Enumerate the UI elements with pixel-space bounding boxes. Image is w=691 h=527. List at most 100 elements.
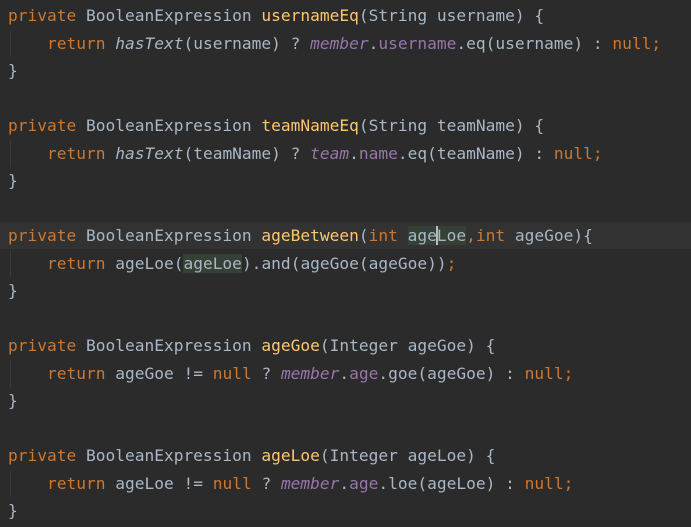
field: age: [349, 474, 379, 493]
type-name: Integer: [329, 336, 398, 355]
code-line-13[interactable]: private BooleanExpression ageGoe(Integer…: [0, 332, 691, 359]
keyword: null: [212, 364, 252, 383]
parameter: ageGoe: [514, 226, 574, 245]
code-line-9-current[interactable]: private BooleanExpression ageBetween(int…: [0, 222, 691, 249]
brace: {: [485, 446, 496, 465]
parameter-part: Loe: [436, 226, 467, 245]
type-name: BooleanExpression: [85, 336, 252, 355]
keyword: null: [524, 474, 564, 493]
argument: teamName: [193, 144, 272, 163]
method-call: and: [261, 254, 291, 273]
method-name: ageLoe: [261, 446, 320, 465]
brace: {: [534, 116, 545, 135]
keyword: null: [612, 34, 652, 53]
static-field: member: [280, 474, 340, 493]
type-name: BooleanExpression: [85, 226, 252, 245]
keyword: return: [46, 34, 106, 53]
parameter: ageGoe: [407, 336, 467, 355]
type-name: String: [368, 6, 428, 25]
brace: {: [534, 6, 545, 25]
operator: ?: [261, 474, 272, 493]
keyword: private: [8, 446, 77, 465]
parameter: teamName: [436, 116, 515, 135]
code-line-7[interactable]: }: [0, 167, 691, 194]
type-name: String: [368, 116, 428, 135]
keyword: null: [553, 144, 593, 163]
code-line-15[interactable]: }: [0, 387, 691, 414]
static-field: team: [310, 144, 350, 163]
operator: ?: [290, 34, 301, 53]
operator: :: [505, 364, 515, 383]
static-field: member: [310, 34, 369, 53]
argument: ageGoe: [368, 254, 428, 273]
highlighted-argument: ageLoe: [183, 254, 242, 273]
argument: username: [193, 34, 272, 53]
code-line-19[interactable]: }: [0, 497, 691, 524]
keyword: private: [8, 116, 77, 135]
argument: ageGoe: [427, 364, 486, 383]
code-line-3[interactable]: }: [0, 57, 691, 84]
field: age: [349, 364, 379, 383]
operator: ?: [290, 144, 301, 163]
type-name: Integer: [329, 446, 398, 465]
brace: }: [8, 281, 18, 300]
argument: username: [495, 34, 574, 53]
keyword: int: [475, 226, 506, 245]
keyword: return: [46, 144, 106, 163]
brace: }: [8, 171, 18, 190]
brace: }: [8, 61, 18, 80]
code-line-5[interactable]: private BooleanExpression teamNameEq(Str…: [0, 112, 691, 139]
method-name: ageGoe: [261, 336, 320, 355]
keyword: private: [8, 336, 77, 355]
keyword: null: [212, 474, 252, 493]
code-line-11[interactable]: }: [0, 277, 691, 304]
brace: }: [8, 501, 18, 520]
brace: {: [485, 336, 496, 355]
parameter: username: [436, 6, 515, 25]
brace: {: [583, 226, 593, 245]
keyword: return: [46, 364, 106, 383]
operator: :: [592, 34, 603, 53]
operator: !=: [183, 364, 203, 383]
keyword: return: [46, 254, 106, 273]
method-name: teamNameEq: [261, 116, 359, 135]
code-line-18[interactable]: return ageLoe != null ? member.age.loe(a…: [0, 470, 691, 497]
keyword: int: [368, 226, 398, 245]
method-call: eq: [407, 144, 428, 163]
keyword: private: [8, 226, 77, 245]
argument: teamName: [436, 144, 515, 163]
static-call: hasText: [115, 34, 184, 53]
code-editor[interactable]: private BooleanExpression usernameEq(Str…: [0, 0, 691, 527]
method-call: ageLoe: [115, 254, 174, 273]
operator: ?: [261, 364, 272, 383]
field: name: [358, 144, 398, 163]
keyword: private: [8, 6, 77, 25]
keyword: return: [46, 474, 106, 493]
method-call: eq: [466, 34, 486, 53]
operator: :: [505, 474, 515, 493]
method-call: ageGoe: [300, 254, 359, 273]
method-call: goe: [388, 364, 418, 383]
code-line-2[interactable]: return hasText(username) ? member.userna…: [0, 30, 691, 57]
code-line-1[interactable]: private BooleanExpression usernameEq(Str…: [0, 2, 691, 29]
code-line-17[interactable]: private BooleanExpression ageLoe(Integer…: [0, 442, 691, 469]
brace: }: [8, 391, 18, 410]
method-name: ageBetween: [261, 226, 359, 245]
static-call: hasText: [115, 144, 184, 163]
code-line-10[interactable]: return ageLoe(ageLoe).and(ageGoe(ageGoe)…: [0, 250, 691, 277]
type-name: BooleanExpression: [85, 446, 252, 465]
variable: ageGoe: [115, 364, 174, 383]
code-line-6[interactable]: return hasText(teamName) ? team.name.eq(…: [0, 140, 691, 167]
type-name: BooleanExpression: [85, 6, 252, 25]
argument: ageLoe: [427, 474, 486, 493]
parameter: ageLoe: [407, 446, 467, 465]
highlighted-parameter: ageLoe: [407, 226, 467, 245]
operator: :: [534, 144, 545, 163]
code-line-14[interactable]: return ageGoe != null ? member.age.goe(a…: [0, 360, 691, 387]
keyword: null: [524, 364, 564, 383]
operator: !=: [183, 474, 203, 493]
method-call: loe: [388, 474, 418, 493]
static-field: member: [280, 364, 340, 383]
method-name: usernameEq: [261, 6, 359, 25]
variable: ageLoe: [115, 474, 174, 493]
